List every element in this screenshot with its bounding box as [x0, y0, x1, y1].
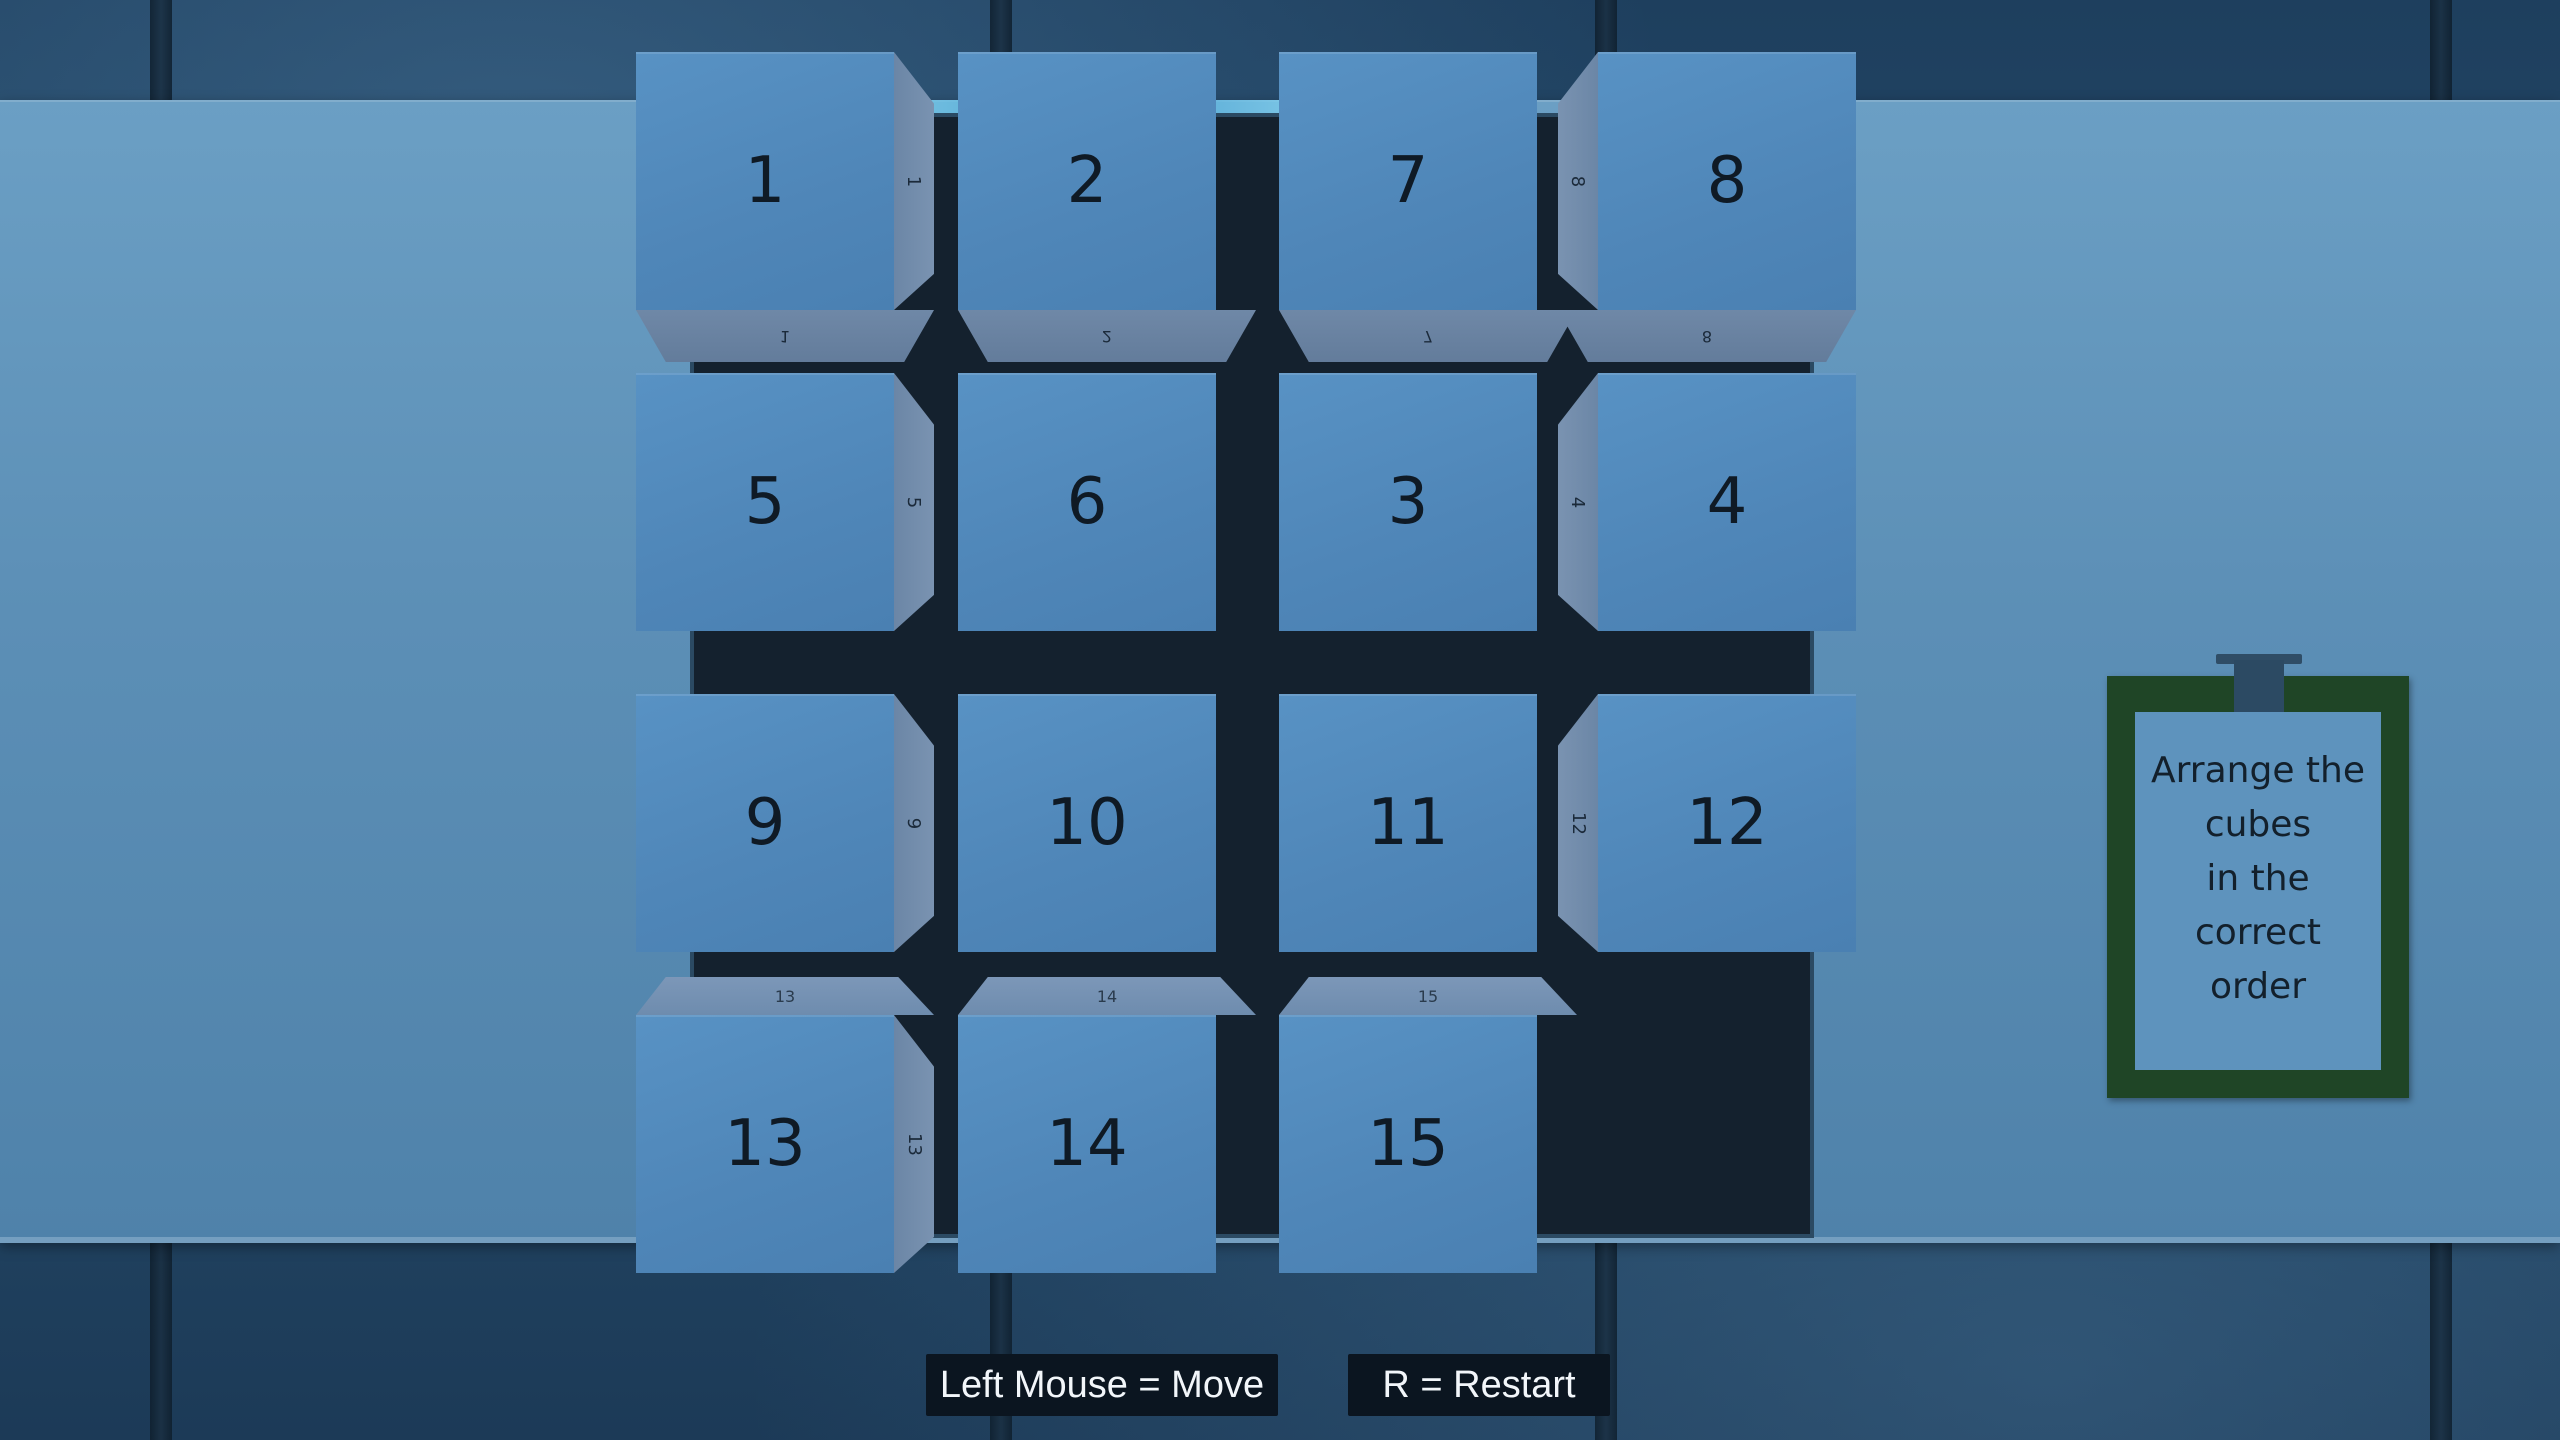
puzzle-cube[interactable]: 1 1 1 [636, 52, 934, 362]
note-line: in the [2206, 858, 2310, 899]
puzzle-cube[interactable]: 8 8 8 [1558, 52, 1856, 362]
cube-label: 3 [1279, 373, 1537, 631]
note-line: order [2210, 966, 2306, 1007]
note-line: cubes [2204, 804, 2312, 845]
instruction-note: Arrange the cubes in the correct order [2107, 676, 2409, 1098]
puzzle-cube[interactable]: 10 [958, 694, 1216, 952]
move-hint: Left Mouse = Move [926, 1354, 1278, 1416]
puzzle-cube[interactable]: 3 [1279, 373, 1537, 631]
cube-label: 2 [958, 52, 1216, 310]
cube-label: 4 [1598, 373, 1856, 631]
cube-label: 14 [958, 1015, 1216, 1273]
cube-label: 5 [636, 373, 894, 631]
cube-label: 1 [636, 52, 894, 310]
note-line: correct [2194, 912, 2322, 953]
puzzle-cube[interactable]: 6 [958, 373, 1216, 631]
clip-icon [2216, 654, 2302, 712]
cube-label: 12 [1598, 694, 1856, 952]
puzzle-cube[interactable]: 14 14 [958, 977, 1256, 1273]
puzzle-cube[interactable]: 15 15 [1279, 977, 1577, 1273]
cube-label: 6 [958, 373, 1216, 631]
cube-label: 8 [1598, 52, 1856, 310]
puzzle-cube[interactable]: 4 4 [1558, 373, 1856, 631]
cube-label: 10 [958, 694, 1216, 952]
puzzle-cube[interactable]: 11 [1279, 694, 1537, 952]
cube-label: 15 [1279, 1015, 1537, 1273]
cube-label: 11 [1279, 694, 1537, 952]
cube-label: 7 [1279, 52, 1537, 310]
puzzle-cube[interactable]: 13 13 13 [636, 977, 934, 1273]
note-paper: Arrange the cubes in the correct order [2135, 712, 2381, 1070]
puzzle-cube[interactable]: 12 12 [1558, 694, 1856, 952]
puzzle-cube[interactable]: 7 7 [1279, 52, 1577, 362]
cube-label: 13 [636, 1015, 894, 1273]
restart-hint: R = Restart [1348, 1354, 1610, 1416]
note-line: Arrange the [2151, 750, 2365, 791]
puzzle-cube[interactable]: 5 5 [636, 373, 934, 631]
puzzle-cube[interactable]: 2 2 [958, 52, 1256, 362]
puzzle-cube[interactable]: 9 9 [636, 694, 934, 952]
cube-label: 9 [636, 694, 894, 952]
